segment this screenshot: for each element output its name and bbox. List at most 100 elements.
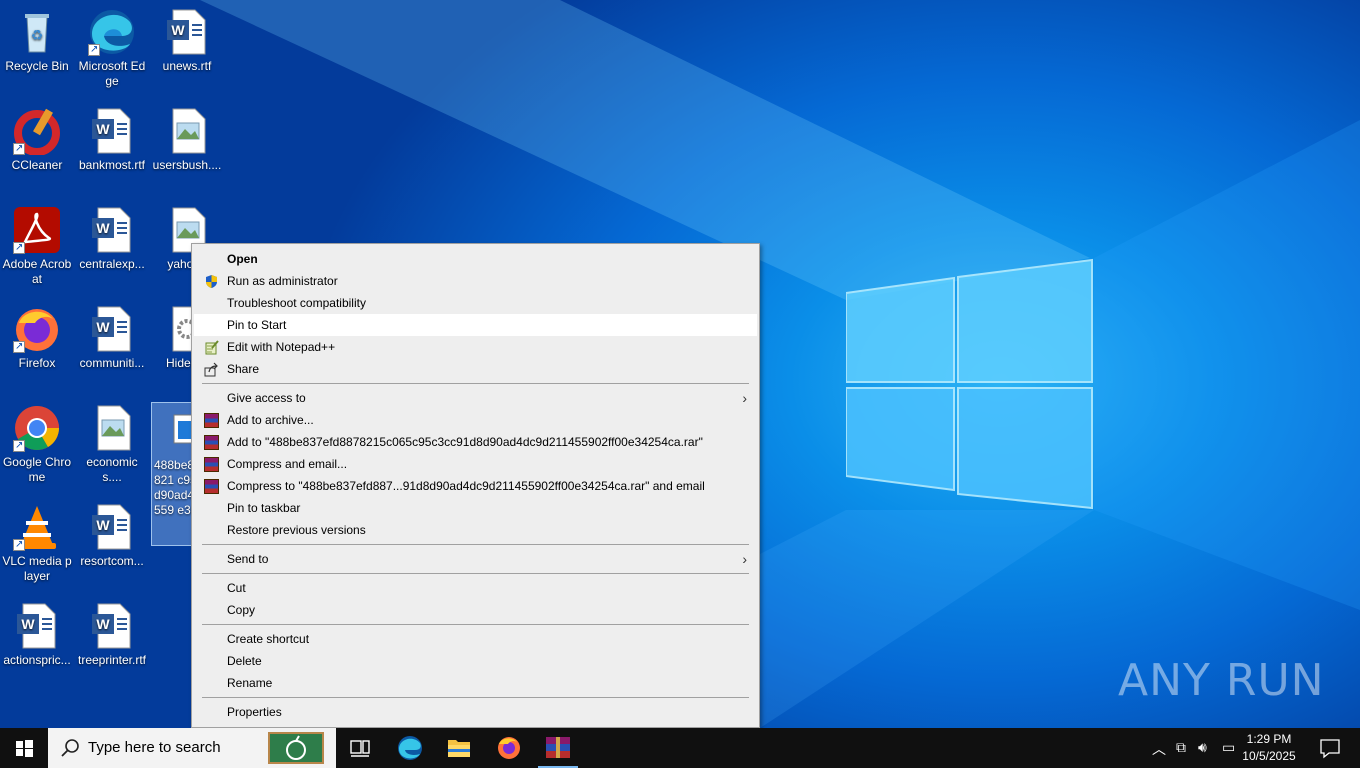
chrome-icon bbox=[13, 404, 61, 453]
taskbar: Type here to search ︿ ⧉ 🔊︎ ▭ 1:29 PM 10/… bbox=[0, 728, 1360, 768]
edge-icon bbox=[398, 736, 422, 760]
menu-item-run-as-administrator[interactable]: Run as administrator bbox=[194, 270, 757, 292]
menu-item-compress-and-email[interactable]: Compress and email... bbox=[194, 453, 757, 475]
input-indicator-icon[interactable]: ▭ bbox=[1222, 739, 1235, 756]
menu-item-add-to-archive[interactable]: Add to archive... bbox=[194, 409, 757, 431]
winrar-icon bbox=[546, 737, 570, 758]
svg-text:W: W bbox=[96, 616, 110, 632]
svg-text:W: W bbox=[96, 517, 110, 533]
svg-text:♻: ♻ bbox=[31, 27, 44, 43]
menu-separator bbox=[202, 544, 749, 545]
search-icon bbox=[61, 739, 79, 757]
word-doc-icon: W bbox=[13, 602, 61, 650]
menu-item-restore-previous-versions[interactable]: Restore previous versions bbox=[194, 519, 757, 541]
desktop-icon-recycle-bin[interactable]: ♻ Recycle Bin bbox=[0, 4, 74, 74]
word-doc-icon: W bbox=[88, 602, 136, 650]
svg-text:W: W bbox=[96, 220, 110, 236]
context-menu: Open Run as administrator Troubleshoot c… bbox=[191, 243, 760, 728]
desktop-icon-adobe-acrobat[interactable]: Adobe Acrobat bbox=[0, 202, 74, 287]
winrar-icon bbox=[204, 413, 219, 428]
image-file-icon bbox=[88, 404, 136, 452]
menu-item-create-shortcut[interactable]: Create shortcut bbox=[194, 628, 757, 650]
menu-item-cut[interactable]: Cut bbox=[194, 577, 757, 599]
menu-item-give-access-to[interactable]: Give access to › bbox=[194, 387, 757, 409]
menu-item-pin-to-start[interactable]: Pin to Start bbox=[194, 314, 757, 336]
menu-separator bbox=[202, 573, 749, 574]
menu-item-send-to[interactable]: Send to › bbox=[194, 548, 757, 570]
desktop-icon-centralexp[interactable]: W centralexp... bbox=[75, 202, 149, 272]
recycle-bin-icon: ♻ bbox=[13, 8, 61, 56]
desktop-icon-bankmost[interactable]: W bankmost.rtf bbox=[75, 103, 149, 173]
desktop-icon-firefox[interactable]: Firefox bbox=[0, 301, 74, 371]
winrar-icon bbox=[204, 435, 219, 450]
firefox-icon bbox=[13, 305, 61, 354]
menu-separator bbox=[202, 624, 749, 625]
desktop-icon-google-chrome[interactable]: Google Chrome bbox=[0, 400, 74, 485]
windows-logo-wallpaper bbox=[846, 258, 1093, 510]
show-hidden-icons-chevron[interactable]: ︿ bbox=[1152, 739, 1166, 759]
uac-shield-icon bbox=[206, 275, 217, 288]
taskbar-file-explorer[interactable] bbox=[435, 728, 483, 768]
word-doc-icon: W bbox=[163, 8, 211, 56]
menu-item-troubleshoot-compatibility[interactable]: Troubleshoot compatibility bbox=[194, 292, 757, 314]
menu-item-edit-with-notepadpp[interactable]: Edit with Notepad++ bbox=[194, 336, 757, 358]
word-doc-icon: W bbox=[88, 107, 136, 155]
share-icon bbox=[204, 362, 218, 377]
menu-item-add-to-rar[interactable]: Add to "488be837efd8878215c065c95c3cc91d… bbox=[194, 431, 757, 453]
chevron-right-icon: › bbox=[742, 390, 747, 406]
menu-separator bbox=[202, 383, 749, 384]
desktop-icon-communiti[interactable]: W communiti... bbox=[75, 301, 149, 371]
start-button[interactable] bbox=[0, 728, 48, 768]
taskbar-clock[interactable]: 1:29 PM 10/5/2025 bbox=[1236, 731, 1302, 765]
chevron-right-icon: › bbox=[742, 551, 747, 567]
acrobat-icon bbox=[13, 206, 61, 255]
taskbar-firefox[interactable] bbox=[485, 728, 533, 768]
desktop-icon-vlc[interactable]: VLC media player bbox=[0, 499, 74, 584]
winrar-icon bbox=[204, 457, 219, 472]
word-doc-icon: W bbox=[88, 305, 136, 353]
svg-text:W: W bbox=[96, 319, 110, 335]
desktop-icon-ccleaner[interactable]: CCleaner bbox=[0, 103, 74, 173]
desktop-icon-usersbush[interactable]: usersbush.... bbox=[150, 103, 224, 173]
desktop-icon-resortcom[interactable]: W resortcom... bbox=[75, 499, 149, 569]
desktop-icon-treeprinter[interactable]: W treeprinter.rtf bbox=[75, 598, 149, 668]
edge-icon bbox=[88, 8, 136, 57]
menu-item-delete[interactable]: Delete bbox=[194, 650, 757, 672]
word-doc-icon: W bbox=[88, 206, 136, 254]
svg-text:W: W bbox=[171, 22, 185, 38]
search-highlight-chalkboard-icon bbox=[268, 732, 324, 764]
task-view-button[interactable] bbox=[336, 728, 384, 768]
desktop-icon-actionspric[interactable]: W actionspric... bbox=[0, 598, 74, 668]
menu-separator bbox=[202, 697, 749, 698]
desktop-icon-microsoft-edge[interactable]: Microsoft Edge bbox=[75, 4, 149, 89]
volume-icon[interactable]: 🔊︎ bbox=[1198, 739, 1207, 756]
firefox-icon bbox=[498, 737, 520, 759]
notification-icon bbox=[1320, 739, 1340, 759]
clock-time: 1:29 PM bbox=[1246, 732, 1292, 746]
taskbar-edge[interactable] bbox=[386, 728, 434, 768]
file-explorer-icon bbox=[448, 740, 470, 757]
task-view-icon bbox=[350, 740, 370, 757]
svg-text:W: W bbox=[21, 616, 35, 632]
windows-start-icon bbox=[16, 740, 33, 757]
network-icon[interactable]: ⧉ bbox=[1176, 739, 1186, 756]
menu-item-copy[interactable]: Copy bbox=[194, 599, 757, 621]
menu-item-rename[interactable]: Rename bbox=[194, 672, 757, 694]
menu-item-compress-to-rar-and-email[interactable]: Compress to "488be837efd887...91d8d90ad4… bbox=[194, 475, 757, 497]
menu-item-properties[interactable]: Properties bbox=[194, 701, 757, 723]
action-center-button[interactable] bbox=[1310, 728, 1350, 768]
menu-item-pin-to-taskbar[interactable]: Pin to taskbar bbox=[194, 497, 757, 519]
winrar-icon bbox=[204, 479, 219, 494]
desktop-icon-unews[interactable]: W unews.rtf bbox=[150, 4, 224, 74]
menu-item-share[interactable]: Share bbox=[194, 358, 757, 380]
desktop-icon-economics[interactable]: economics.... bbox=[75, 400, 149, 485]
ccleaner-icon bbox=[13, 107, 61, 156]
image-file-icon bbox=[163, 107, 211, 155]
vlc-icon bbox=[13, 503, 61, 552]
clock-date: 10/5/2025 bbox=[1242, 749, 1296, 763]
svg-text:W: W bbox=[96, 121, 110, 137]
anyrun-watermark: ANY RUN bbox=[1118, 655, 1325, 706]
menu-item-open[interactable]: Open bbox=[194, 248, 757, 270]
taskbar-winrar[interactable] bbox=[534, 728, 582, 768]
search-placeholder: Type here to search bbox=[88, 739, 221, 756]
